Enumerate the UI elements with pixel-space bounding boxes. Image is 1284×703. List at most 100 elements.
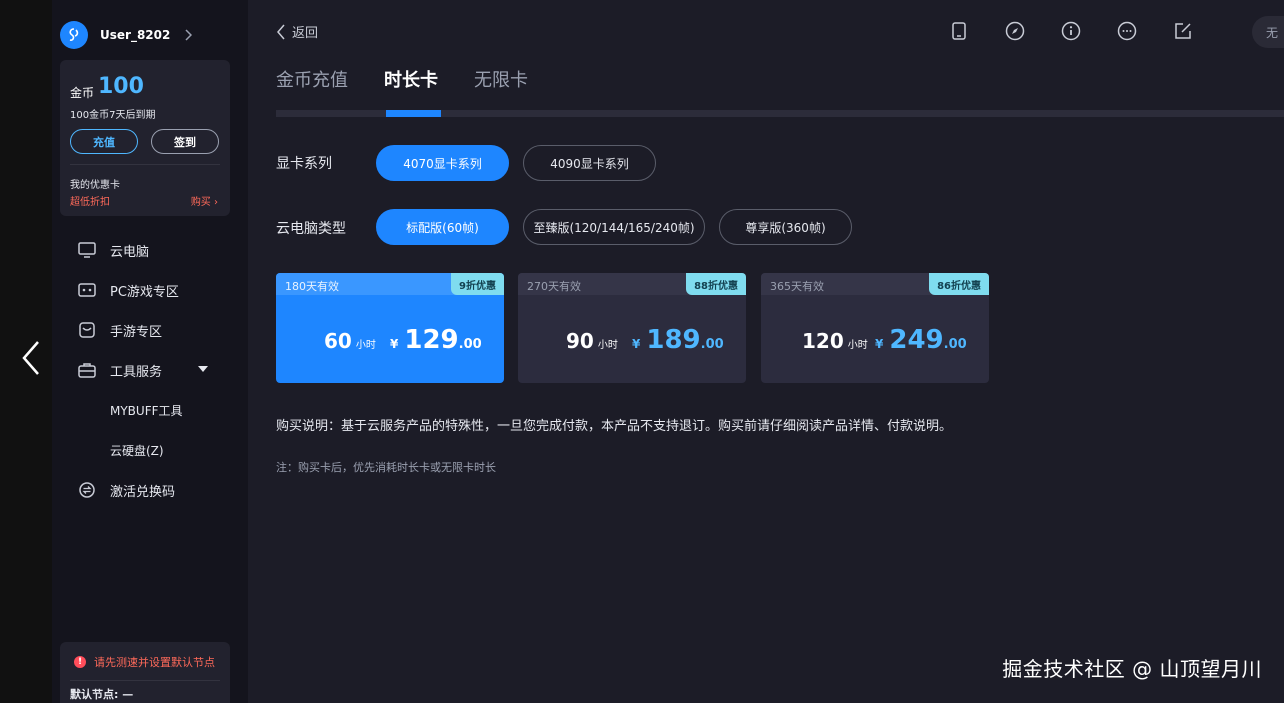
sidebar: User_8202 金币 100 100金币7天后到期 充值 签到 我的优惠卡 …: [52, 0, 248, 703]
pc-type-premium[interactable]: 至臻版(120/144/165/240帧): [523, 209, 705, 245]
tab-unlimited-card[interactable]: 无限卡: [474, 66, 528, 92]
hours-unit: 小时: [847, 340, 868, 351]
avatar: [60, 21, 88, 49]
divider: [70, 680, 220, 681]
tab-coin-recharge[interactable]: 金币充值: [276, 66, 348, 92]
tab-bar: 金币充值 时长卡 无限卡: [276, 66, 564, 92]
gpu-series-label: 显卡系列: [276, 156, 332, 172]
sidebar-item-label: 激活兑换码: [110, 484, 176, 500]
compass-icon[interactable]: [1004, 20, 1026, 42]
pc-type-label: 云电脑类型: [276, 221, 346, 237]
coin-card: 金币 100 100金币7天后到期 充值 签到 我的优惠卡 超低折扣 购买 ›: [60, 60, 230, 216]
card-validity: 270天有效: [527, 280, 581, 293]
price-decimal: .00: [943, 337, 967, 352]
pc-type-exclusive[interactable]: 尊享版(360帧): [719, 209, 852, 245]
currency-symbol: ¥: [632, 337, 641, 351]
time-card-option[interactable]: 270天有效 88折优惠 90 小时 ¥189.00: [518, 273, 746, 383]
purchase-sub-note: 注：购买卡后，优先消耗时长卡或无限卡时长: [276, 461, 496, 474]
currency-symbol: ¥: [390, 337, 399, 351]
monitor-icon: [78, 241, 96, 259]
recharge-button[interactable]: 充值: [70, 129, 138, 154]
toolbox-icon: [78, 361, 96, 379]
coupon-buy-link[interactable]: 购买 ›: [191, 193, 218, 208]
gpu-option-4090[interactable]: 4090显卡系列: [523, 145, 656, 181]
sidebar-item-cloud-pc[interactable]: 云电脑: [52, 230, 248, 270]
main-panel: 返回 无 金币充值 时长卡 无限卡 显卡系列 4070显卡系列 4090显卡系列…: [248, 0, 1284, 703]
price-integer: 129: [404, 325, 459, 355]
card-validity: 365天有效: [770, 280, 824, 293]
time-card-option[interactable]: 180天有效 9折优惠 60 小时 ¥129.00: [276, 273, 504, 383]
card-hours: 90 小时: [566, 329, 618, 353]
logo-icon: [69, 28, 79, 41]
card-validity: 180天有效: [285, 280, 339, 293]
card-price: ¥129.00: [390, 325, 482, 355]
chevron-right-icon: [185, 29, 193, 41]
divider: [70, 164, 220, 165]
hours-value: 90: [566, 329, 594, 353]
gamepad-icon: [78, 281, 96, 299]
caret-down-icon: [198, 366, 208, 372]
pc-type-standard[interactable]: 标配版(60帧): [376, 209, 509, 245]
exchange-icon: [78, 481, 96, 499]
user-profile[interactable]: User_8202: [60, 20, 240, 50]
coin-label: 金币: [70, 86, 95, 100]
hours-unit: 小时: [355, 340, 376, 351]
edit-icon[interactable]: [1172, 20, 1194, 42]
node-notice[interactable]: ! 请先测速并设置默认节点 默认节点: —: [60, 642, 230, 703]
back-label: 返回: [292, 26, 319, 41]
sidebar-item-label: 手游专区: [110, 324, 163, 340]
info-icon[interactable]: [1060, 20, 1082, 42]
sidebar-item-label: 云电脑: [110, 244, 150, 260]
signin-button[interactable]: 签到: [151, 129, 219, 154]
tab-time-card[interactable]: 时长卡: [384, 66, 438, 92]
mobile-game-icon: [78, 321, 96, 339]
price-decimal: .00: [458, 337, 482, 352]
toolbar: [948, 20, 1228, 42]
discount-badge: 9折优惠: [451, 273, 504, 295]
chevron-left-icon: [277, 24, 285, 39]
sidebar-item-tools[interactable]: 工具服务: [52, 350, 248, 390]
time-card-option[interactable]: 365天有效 86折优惠 120 小时 ¥249.00: [761, 273, 989, 383]
notice-text: 请先测速并设置默认节点: [94, 656, 215, 669]
coupon-buy-label: 购买: [190, 197, 211, 208]
card-hours: 60 小时: [324, 329, 376, 353]
coupon-title: 我的优惠卡: [70, 180, 120, 191]
price-integer: 249: [889, 325, 944, 355]
top-right-button[interactable]: 无: [1252, 16, 1284, 48]
default-node: 默认节点: —: [70, 688, 134, 701]
hours-value: 120: [802, 329, 844, 353]
card-hours: 120 小时: [802, 329, 868, 353]
price-integer: 189: [646, 325, 701, 355]
warning-icon: !: [74, 656, 86, 668]
coin-expire-text: 100金币7天后到期: [70, 110, 156, 121]
sidebar-item-label: 云硬盘(Z): [110, 443, 164, 458]
card-price: ¥249.00: [875, 325, 967, 355]
sidebar-item-label: 工具服务: [110, 364, 163, 380]
sidebar-item-cloud-disk[interactable]: 云硬盘(Z): [52, 430, 248, 470]
coin-balance: 100: [98, 74, 144, 99]
hours-unit: 小时: [597, 340, 618, 351]
tab-indicator: [386, 110, 441, 117]
sidebar-item-label: PC游戏专区: [110, 284, 179, 300]
discount-badge: 88折优惠: [686, 273, 746, 295]
sidebar-item-pc-games[interactable]: PC游戏专区: [52, 270, 248, 310]
username: User_8202: [100, 28, 171, 42]
purchase-note: 购买说明：基于云服务产品的特殊性，一旦您完成付款，本产品不支持退订。购买前请仔细…: [276, 419, 953, 434]
chat-icon[interactable]: [1116, 20, 1138, 42]
coupon-subtitle: 超低折扣: [70, 197, 110, 208]
currency-symbol: ¥: [875, 337, 884, 351]
gpu-option-4070[interactable]: 4070显卡系列: [376, 145, 509, 181]
notice-warning: ! 请先测速并设置默认节点: [74, 654, 215, 670]
sidebar-item-label: MYBUFF工具: [110, 403, 183, 418]
sidebar-item-redeem[interactable]: 激活兑换码: [52, 470, 248, 510]
hours-value: 60: [324, 329, 352, 353]
watermark: 掘金技术社区 @ 山顶望月川: [1002, 657, 1262, 681]
sidebar-nav: 云电脑 PC游戏专区 手游专区 工具服务 MYBUFF工具 云硬盘(Z) 激活兑…: [52, 230, 248, 510]
sidebar-item-mobile-games[interactable]: 手游专区: [52, 310, 248, 350]
tablet-icon[interactable]: [948, 20, 970, 42]
discount-badge: 86折优惠: [929, 273, 989, 295]
sidebar-item-mybuff[interactable]: MYBUFF工具: [52, 390, 248, 430]
chevron-right-icon: ›: [214, 197, 218, 208]
back-button[interactable]: 返回: [276, 22, 318, 41]
chevron-left-icon[interactable]: [20, 338, 44, 378]
